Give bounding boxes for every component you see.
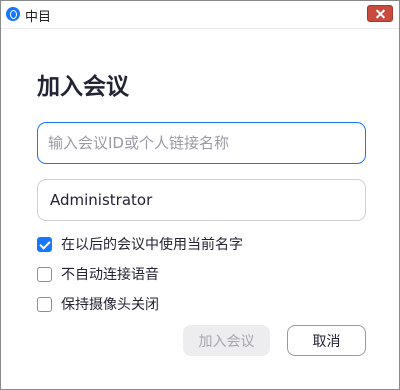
option-remember-name[interactable]: 在以后的会议中使用当前名字 — [37, 235, 243, 253]
app-logo-icon — [6, 7, 20, 21]
title-bar: 中目 — [1, 1, 399, 29]
remember-name-checkbox[interactable] — [37, 236, 52, 252]
display-name-field[interactable] — [37, 179, 366, 221]
meeting-id-field[interactable] — [37, 122, 366, 164]
page-title: 加入会议 — [37, 74, 129, 100]
join-meeting-window: 中目 加入会议 在以后的会议中使用当前名字 不自动连接语音 保持摄像头关闭 加入… — [0, 0, 400, 390]
option-camera-off[interactable]: 保持摄像头关闭 — [37, 295, 159, 313]
cancel-button[interactable]: 取消 — [287, 325, 366, 356]
display-name-input[interactable] — [38, 180, 365, 220]
remember-name-label: 在以后的会议中使用当前名字 — [61, 237, 243, 253]
camera-off-label: 保持摄像头关闭 — [61, 297, 159, 313]
close-window-button[interactable] — [367, 5, 393, 22]
camera-off-checkbox[interactable] — [37, 296, 52, 312]
no-audio-checkbox[interactable] — [37, 266, 52, 282]
window-title: 中目 — [25, 10, 52, 25]
no-audio-label: 不自动连接语音 — [61, 267, 159, 283]
meeting-id-input[interactable] — [38, 123, 365, 163]
option-no-audio[interactable]: 不自动连接语音 — [37, 265, 159, 283]
join-meeting-button[interactable]: 加入会议 — [183, 325, 270, 356]
